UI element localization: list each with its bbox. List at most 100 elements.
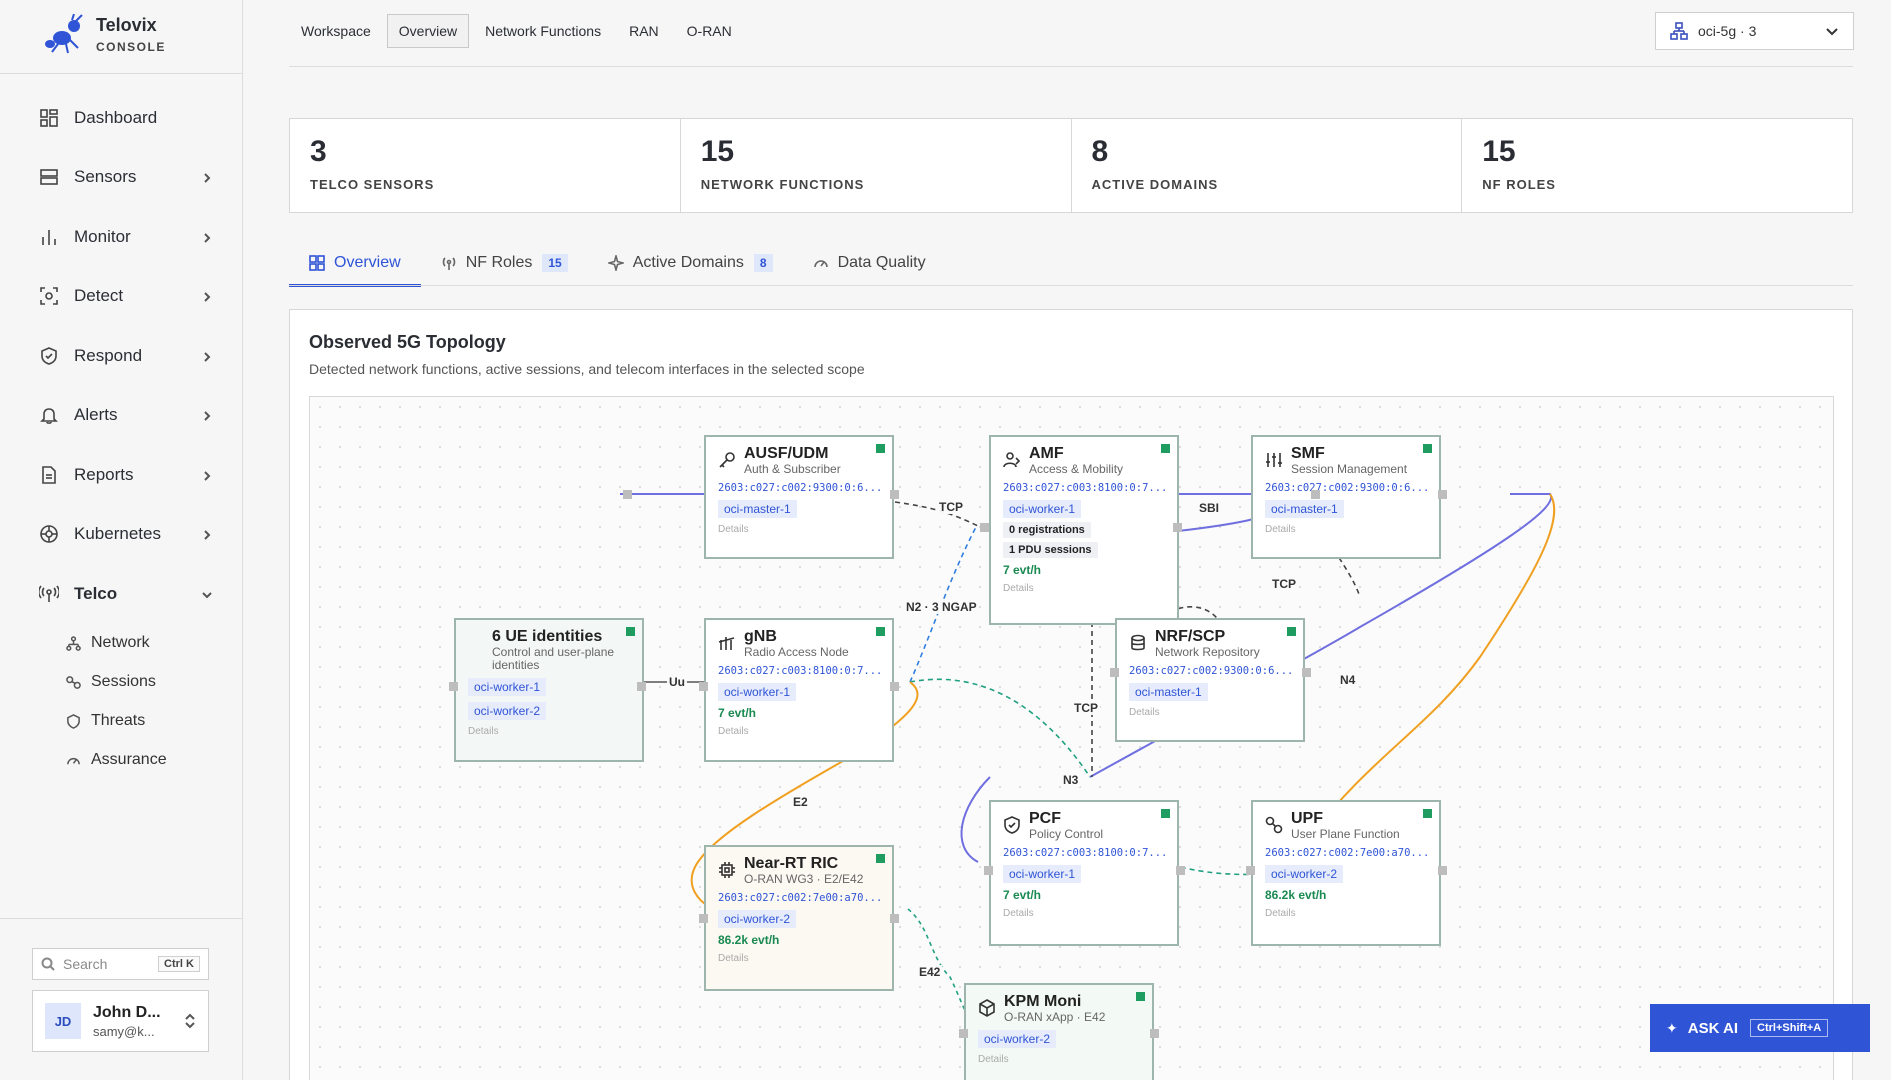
node-nrf-scp[interactable]: NRF/SCP Network Repository 2603:c027:c002…	[1115, 618, 1305, 742]
host-tag[interactable]: oci-worker-1	[1003, 500, 1082, 518]
sidebar-item-reports[interactable]: Reports	[0, 445, 243, 505]
sidebar-item-sensors[interactable]: Sensors	[0, 148, 243, 208]
tab-ran[interactable]: RAN	[617, 14, 671, 48]
avatar: JD	[45, 1003, 81, 1039]
port-handle[interactable]	[959, 1029, 968, 1038]
port-handle[interactable]	[637, 682, 646, 691]
details-link[interactable]: Details	[1129, 707, 1291, 718]
chevron-right-icon	[201, 171, 213, 183]
host-tag[interactable]: oci-worker-2	[1265, 865, 1344, 883]
host-tag[interactable]: oci-master-1	[1129, 683, 1208, 701]
port-handle[interactable]	[890, 682, 899, 691]
port-handle[interactable]	[1438, 490, 1447, 499]
details-link[interactable]: Details	[1003, 908, 1165, 919]
port-handle[interactable]	[1150, 1029, 1159, 1038]
host-tag[interactable]: oci-worker-2	[978, 1030, 1057, 1048]
status-dot	[1161, 444, 1170, 453]
server-icon	[38, 166, 60, 188]
sidebar-item-kubernetes[interactable]: Kubernetes	[0, 505, 243, 565]
host-tag[interactable]: oci-master-1	[1265, 500, 1344, 518]
port-handle[interactable]	[449, 682, 458, 691]
node-smf[interactable]: SMF Session Management 2603:c027:c002:930…	[1251, 435, 1441, 559]
subnav-item-threats[interactable]: Threats	[66, 702, 243, 741]
tab-section-active-domains[interactable]: Active Domains 8	[588, 240, 793, 286]
port-handle[interactable]	[623, 490, 632, 499]
port-handle[interactable]	[1302, 668, 1311, 677]
port-handle[interactable]	[1176, 866, 1185, 875]
subnav-item-sessions[interactable]: Sessions	[66, 663, 243, 702]
node-amf[interactable]: AMF Access & Mobility 2603:c027:c003:8100…	[989, 435, 1179, 625]
subnav-item-assurance[interactable]: Assurance	[66, 741, 243, 780]
details-link[interactable]: Details	[468, 726, 630, 737]
tab-section-nf-roles[interactable]: NF Roles 15	[421, 240, 588, 286]
subnav-item-network[interactable]: Network	[66, 624, 243, 663]
ask-ai-button[interactable]: ✦ ASK AI Ctrl+Shift+A	[1650, 1004, 1870, 1052]
sidebar-item-detect[interactable]: Detect	[0, 267, 243, 327]
edge-label-tcp: TCP	[1270, 577, 1298, 591]
tab-network-functions[interactable]: Network Functions	[473, 14, 613, 48]
node-ausf-udm[interactable]: AUSF/UDM Auth & Subscriber 2603:c027:c002…	[704, 435, 894, 559]
sidebar-search[interactable]: Search Ctrl K	[32, 948, 209, 980]
details-link[interactable]: Details	[718, 524, 880, 535]
event-rate: 7 evt/h	[718, 706, 757, 720]
sidebar-item-monitor[interactable]: Monitor	[0, 207, 243, 267]
node-gnb[interactable]: gNB Radio Access Node 2603:c027:c003:8100…	[704, 618, 894, 762]
details-link[interactable]: Details	[718, 726, 880, 737]
host-tag[interactable]: oci-worker-2	[468, 702, 547, 720]
port-handle[interactable]	[1246, 866, 1255, 875]
port-handle[interactable]	[1438, 866, 1447, 875]
sidebar-item-respond[interactable]: Respond	[0, 326, 243, 386]
sidebar-item-dashboard[interactable]: Dashboard	[0, 88, 243, 148]
node-near-rt-ric[interactable]: Near-RT RIC O-RAN WG3 · E2/E42 2603:c027:…	[704, 845, 894, 991]
port-handle[interactable]	[1173, 523, 1182, 532]
shield-icon	[67, 713, 80, 729]
host-tag[interactable]: oci-worker-1	[468, 678, 547, 696]
panel-subtitle: Detected network functions, active sessi…	[309, 361, 865, 377]
host-tag[interactable]: oci-master-1	[718, 500, 797, 518]
node-name: AUSF/UDM	[744, 445, 829, 462]
port-handle[interactable]	[1110, 668, 1119, 677]
port-handle[interactable]	[890, 914, 899, 923]
tab-overview[interactable]: Overview	[386, 14, 470, 48]
port-handle[interactable]	[984, 866, 993, 875]
brand-logo[interactable]: Telovix CONSOLE	[44, 14, 166, 54]
node-kpm-moni[interactable]: KPM Moni O-RAN xApp · E42 oci-worker-2 De…	[964, 983, 1154, 1080]
details-link[interactable]: Details	[1265, 524, 1427, 535]
node-upf[interactable]: UPF User Plane Function 2603:c027:c002:7e…	[1251, 800, 1441, 946]
details-link[interactable]: Details	[978, 1054, 1140, 1065]
details-link[interactable]: Details	[1265, 908, 1427, 919]
tab-section-data-quality[interactable]: Data Quality	[793, 240, 946, 286]
port-handle[interactable]	[1311, 490, 1320, 499]
port-handle[interactable]	[699, 914, 708, 923]
edge-label-e42: E42	[917, 965, 943, 979]
sidebar-item-telco[interactable]: Telco	[0, 564, 243, 624]
sparkle-icon: ✦	[1666, 1019, 1678, 1036]
document-icon	[38, 464, 60, 486]
tab-oran[interactable]: O-RAN	[675, 14, 744, 48]
host-tag[interactable]: oci-worker-1	[1003, 865, 1082, 883]
sidebar-item-alerts[interactable]: Alerts	[0, 386, 243, 446]
host-tag[interactable]: oci-worker-1	[718, 683, 797, 701]
tab-workspace[interactable]: Workspace	[289, 14, 383, 48]
node-pcf[interactable]: PCF Policy Control 2603:c027:c003:8100:0:…	[989, 800, 1179, 946]
host-tag[interactable]: oci-worker-2	[718, 910, 797, 928]
node-desc: Access & Mobility	[1029, 462, 1124, 476]
node-ue-identities[interactable]: 6 UE identities Control and user-plane i…	[454, 618, 644, 762]
user-menu[interactable]: JD John D... samy@k...	[32, 990, 209, 1052]
stat-value: 8	[1091, 135, 1109, 168]
link-icon	[66, 675, 81, 689]
node-ip: 2603:c027:c002:9300:0:6...	[718, 482, 880, 494]
details-link[interactable]: Details	[718, 953, 880, 964]
port-handle[interactable]	[699, 682, 708, 691]
details-link[interactable]: Details	[1003, 583, 1165, 594]
status-dot	[626, 627, 635, 636]
tab-label: Active Domains	[632, 254, 744, 271]
scope-select[interactable]: oci-5g · 3	[1655, 12, 1854, 50]
user-name: John D...	[93, 1003, 161, 1021]
user-email: samy@k...	[93, 1023, 155, 1039]
antenna-icon	[38, 583, 60, 605]
port-handle[interactable]	[890, 490, 899, 499]
topology-canvas[interactable]: TCP SBI TCP N2 · 3 NGAP Uu N4 TCP N3 E2 …	[309, 396, 1834, 1080]
port-handle[interactable]	[980, 523, 989, 532]
tab-section-overview[interactable]: Overview	[289, 240, 421, 287]
